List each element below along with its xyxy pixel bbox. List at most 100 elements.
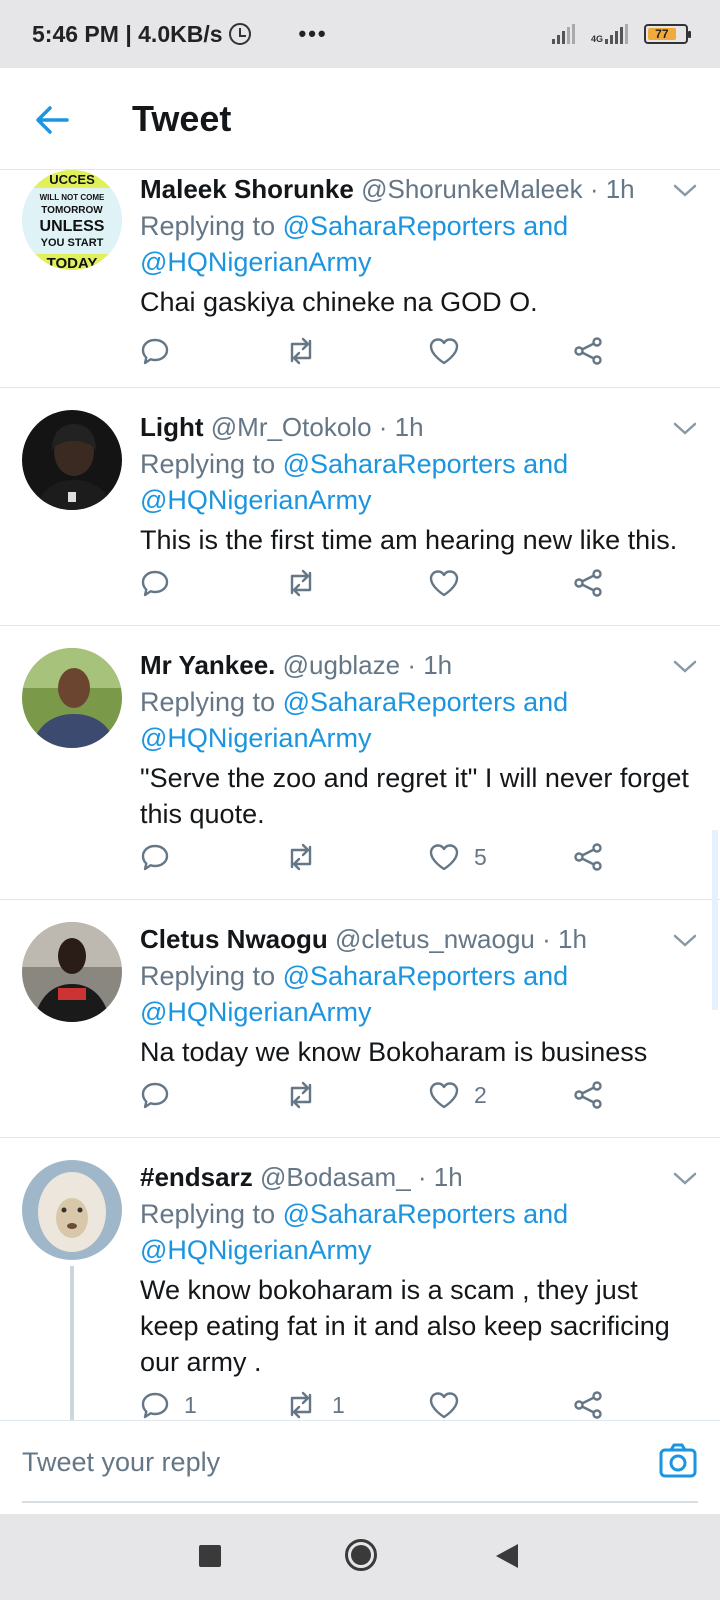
- reply-button[interactable]: [140, 568, 284, 598]
- mention-link[interactable]: @HQNigerianArmy: [140, 997, 371, 1027]
- tweet-actions: 1 1: [140, 1390, 620, 1420]
- status-bar: 5:46 PM | 4.0KB/s ••• 4G 77: [0, 0, 720, 68]
- retweet-icon: [290, 1391, 312, 1419]
- tweet-author-name[interactable]: Light: [140, 412, 204, 442]
- chevron-down-icon[interactable]: [672, 180, 698, 200]
- tweet-handle-time: @Bodasam_ · 1h: [259, 1162, 463, 1192]
- share-icon: [574, 1081, 602, 1109]
- battery-level: 77: [648, 27, 676, 41]
- mention-link[interactable]: @HQNigerianArmy: [140, 723, 371, 753]
- app-header: Tweet: [0, 68, 720, 170]
- back-arrow-icon[interactable]: [30, 98, 74, 142]
- scrollbar[interactable]: [712, 830, 718, 1010]
- share-button[interactable]: [572, 568, 620, 598]
- tweet-actions: 2: [140, 1080, 620, 1110]
- like-button[interactable]: [428, 336, 572, 366]
- avatar-text-4: UNLESS: [40, 218, 105, 235]
- share-icon: [574, 337, 602, 365]
- tweet-actions: 5: [140, 842, 620, 872]
- status-time-speed: 5:46 PM | 4.0KB/s: [32, 20, 223, 47]
- avatar[interactable]: [22, 410, 122, 510]
- mention-link[interactable]: @HQNigerianArmy: [140, 1235, 371, 1265]
- share-button[interactable]: [572, 1390, 620, 1420]
- like-count: 5: [474, 843, 487, 870]
- like-button[interactable]: 2: [428, 1080, 572, 1110]
- avatar-text-3: TOMORROW: [41, 205, 103, 216]
- like-button[interactable]: [428, 1390, 572, 1420]
- network-type: 4G: [590, 34, 603, 44]
- mention-link[interactable]: @HQNigerianArmy: [140, 485, 371, 515]
- chevron-down-icon[interactable]: [672, 930, 698, 950]
- chevron-down-icon[interactable]: [672, 418, 698, 438]
- tweet-actions: [140, 336, 620, 366]
- share-icon: [574, 569, 602, 597]
- retweet-button[interactable]: [284, 842, 428, 872]
- thread-line: [70, 1266, 74, 1420]
- share-icon: [574, 843, 602, 871]
- tweet-handle-time: @ugblaze · 1h: [282, 650, 453, 680]
- retweet-button[interactable]: 1: [284, 1390, 428, 1420]
- retweet-button[interactable]: [284, 568, 428, 598]
- chevron-down-icon[interactable]: [672, 1168, 698, 1188]
- reply-icon: [141, 1082, 169, 1109]
- reply-button[interactable]: [140, 336, 284, 366]
- tweet-text: Chai gaskiya chineke na GOD O.: [140, 287, 538, 317]
- tweet[interactable]: UCCES WILL NOT COME TOMORROW UNLESS YOU …: [0, 170, 720, 388]
- mention-link[interactable]: @SaharaReporters and: [283, 1199, 569, 1229]
- tweet[interactable]: #endsarz @Bodasam_ · 1h Replying to @Sah…: [0, 1138, 720, 1420]
- reply-count: 1: [184, 1391, 197, 1418]
- home-button-icon[interactable]: [344, 1538, 378, 1572]
- tweet[interactable]: Light @Mr_Otokolo · 1h Replying to @Saha…: [0, 388, 720, 626]
- tweet-author-name[interactable]: Mr Yankee.: [140, 650, 275, 680]
- retweet-button[interactable]: [284, 336, 428, 366]
- avatar-text-5: YOU START: [41, 237, 104, 249]
- replying-to: Replying to @SaharaReporters and @HQNige…: [140, 1199, 569, 1265]
- tweet-actions: [140, 568, 620, 598]
- tweet[interactable]: Mr Yankee. @ugblaze · 1h Replying to @Sa…: [0, 626, 720, 900]
- replies-feed[interactable]: UCCES WILL NOT COME TOMORROW UNLESS YOU …: [0, 170, 720, 1420]
- mention-link[interactable]: @SaharaReporters and: [283, 211, 569, 241]
- mention-link[interactable]: @SaharaReporters and: [283, 687, 569, 717]
- heart-icon: [429, 570, 459, 597]
- battery-icon: 77: [644, 24, 691, 44]
- tweet-author-name[interactable]: Maleek Shorunke: [140, 174, 354, 204]
- like-button[interactable]: [428, 568, 572, 598]
- reply-input-underline: [22, 1501, 698, 1503]
- mention-link[interactable]: @SaharaReporters and: [283, 961, 569, 991]
- tweet-text: Na today we know Bokoharam is business: [140, 1037, 648, 1067]
- retweet-icon: [290, 843, 312, 871]
- retweet-icon: [290, 569, 312, 597]
- alarm-icon: [228, 23, 251, 45]
- retweet-button[interactable]: [284, 1080, 428, 1110]
- reply-button[interactable]: [140, 842, 284, 872]
- reply-button[interactable]: 1: [140, 1390, 284, 1420]
- tweet-handle-time: @cletus_nwaogu · 1h: [335, 924, 587, 954]
- wifi-signal-icon: [551, 24, 575, 44]
- back-button-icon[interactable]: [494, 1542, 520, 1570]
- tweet-author-name[interactable]: #endsarz: [140, 1162, 253, 1192]
- avatar[interactable]: [22, 648, 122, 748]
- share-button[interactable]: [572, 336, 620, 366]
- camera-icon[interactable]: [658, 1441, 698, 1481]
- share-button[interactable]: [572, 1080, 620, 1110]
- mention-link[interactable]: @SaharaReporters and: [283, 449, 569, 479]
- reply-icon: [141, 1392, 169, 1419]
- reply-button[interactable]: [140, 1080, 284, 1110]
- more-notifications-icon: •••: [298, 21, 328, 46]
- avatar-text-6: TODAY: [47, 255, 98, 270]
- avatar[interactable]: [22, 922, 122, 1022]
- tweet-text: This is the first time am hearing new li…: [140, 525, 678, 555]
- avatar[interactable]: [22, 1160, 122, 1260]
- tweet[interactable]: Cletus Nwaogu @cletus_nwaogu · 1h Replyi…: [0, 900, 720, 1138]
- avatar[interactable]: UCCES WILL NOT COME TOMORROW UNLESS YOU …: [22, 170, 122, 270]
- recents-button-icon[interactable]: [198, 1544, 222, 1568]
- avatar-text-2: WILL NOT COME: [40, 193, 105, 202]
- tweet-author-name[interactable]: Cletus Nwaogu: [140, 924, 328, 954]
- replying-to: Replying to @SaharaReporters and @HQNige…: [140, 449, 569, 515]
- reply-input[interactable]: Tweet your reply: [22, 1447, 220, 1478]
- chevron-down-icon[interactable]: [672, 656, 698, 676]
- system-nav-bar: [0, 1514, 720, 1600]
- mention-link[interactable]: @HQNigerianArmy: [140, 247, 371, 277]
- like-button[interactable]: 5: [428, 842, 572, 872]
- share-button[interactable]: [572, 842, 620, 872]
